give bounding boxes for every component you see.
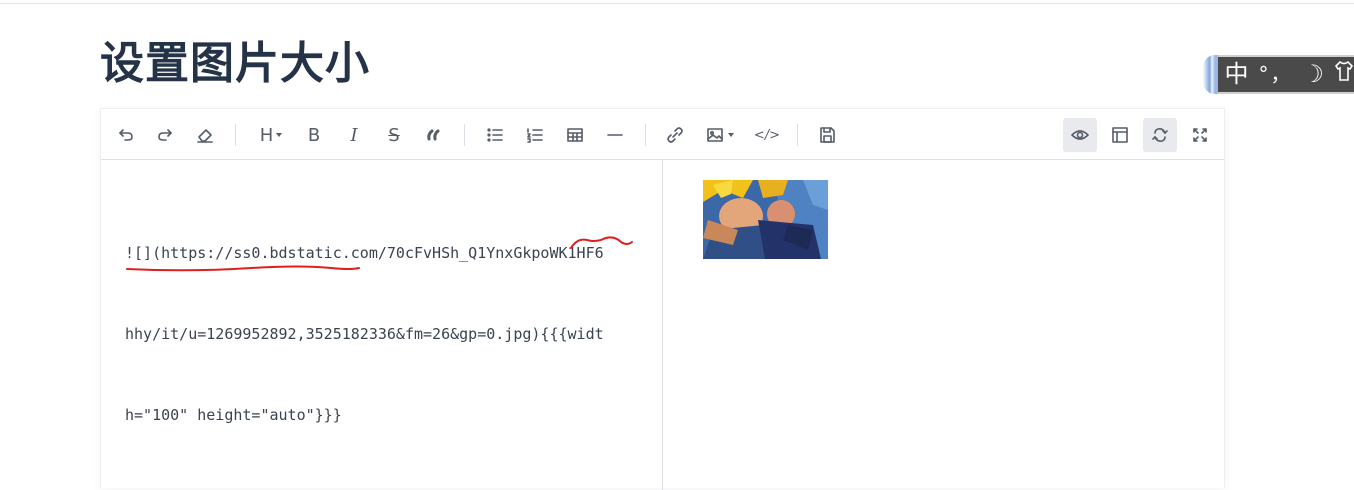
italic-button[interactable]: I xyxy=(337,118,371,152)
top-divider xyxy=(0,3,1354,4)
bold-button[interactable]: B xyxy=(297,118,331,152)
ime-toolbar[interactable]: 中 °， ☽ xyxy=(1203,55,1354,94)
moon-icon[interactable]: ☽ xyxy=(1302,57,1324,92)
toolbar-separator xyxy=(464,124,465,146)
heading-button[interactable]: H xyxy=(252,118,290,152)
page-title: 设置图片大小 xyxy=(100,38,370,89)
eraser-icon[interactable] xyxy=(188,118,222,152)
layout-icon[interactable] xyxy=(1103,118,1137,152)
toolbar-separator xyxy=(235,124,236,146)
table-icon[interactable] xyxy=(558,118,592,152)
ordered-list-icon[interactable] xyxy=(518,118,552,152)
fullscreen-icon[interactable] xyxy=(1183,118,1217,152)
source-line: hhy/it/u=1269952892,3525182336&fm=26&gp=… xyxy=(125,325,604,343)
bullet-list-icon[interactable] xyxy=(478,118,512,152)
chevron-down-icon xyxy=(276,133,283,137)
code-button[interactable]: </> xyxy=(750,118,784,152)
editor-toolbar: H B I S </> xyxy=(101,109,1224,160)
markdown-source[interactable]: ![](https://ss0.bdstatic.com/70cFvHSh_Q1… xyxy=(125,186,645,483)
ime-mode-label[interactable]: 中 xyxy=(1224,57,1248,92)
editor-source-pane[interactable]: ![](https://ss0.bdstatic.com/70cFvHSh_Q1… xyxy=(101,160,663,490)
link-icon[interactable] xyxy=(658,118,692,152)
chevron-down-icon xyxy=(727,133,734,137)
hr-icon[interactable] xyxy=(598,118,632,152)
source-line: ![](https://ss0.bdstatic.com/70cFvHSh_Q1… xyxy=(125,244,604,262)
redo-icon[interactable] xyxy=(148,118,182,152)
undo-icon[interactable] xyxy=(109,118,143,152)
toolbar-separator xyxy=(645,124,646,146)
anime-fighters-image xyxy=(703,180,828,259)
strikethrough-button[interactable]: S xyxy=(377,118,411,152)
toolbar-separator xyxy=(797,124,798,146)
sync-icon[interactable] xyxy=(1143,118,1177,152)
image-button[interactable] xyxy=(699,118,739,152)
ime-handle[interactable] xyxy=(1203,55,1219,94)
shirt-icon[interactable] xyxy=(1334,57,1354,92)
source-line: h="100" height="auto"}}} xyxy=(125,406,342,424)
preview-pane xyxy=(663,160,1226,490)
save-icon[interactable] xyxy=(810,118,844,152)
markdown-editor: H B I S </> ![](https://ss0.bdstatic.com… xyxy=(100,108,1226,490)
image-icon xyxy=(706,128,723,142)
quote-icon[interactable] xyxy=(417,118,451,152)
eye-icon[interactable] xyxy=(1063,118,1097,152)
ime-punct-label[interactable]: °， xyxy=(1258,57,1292,92)
